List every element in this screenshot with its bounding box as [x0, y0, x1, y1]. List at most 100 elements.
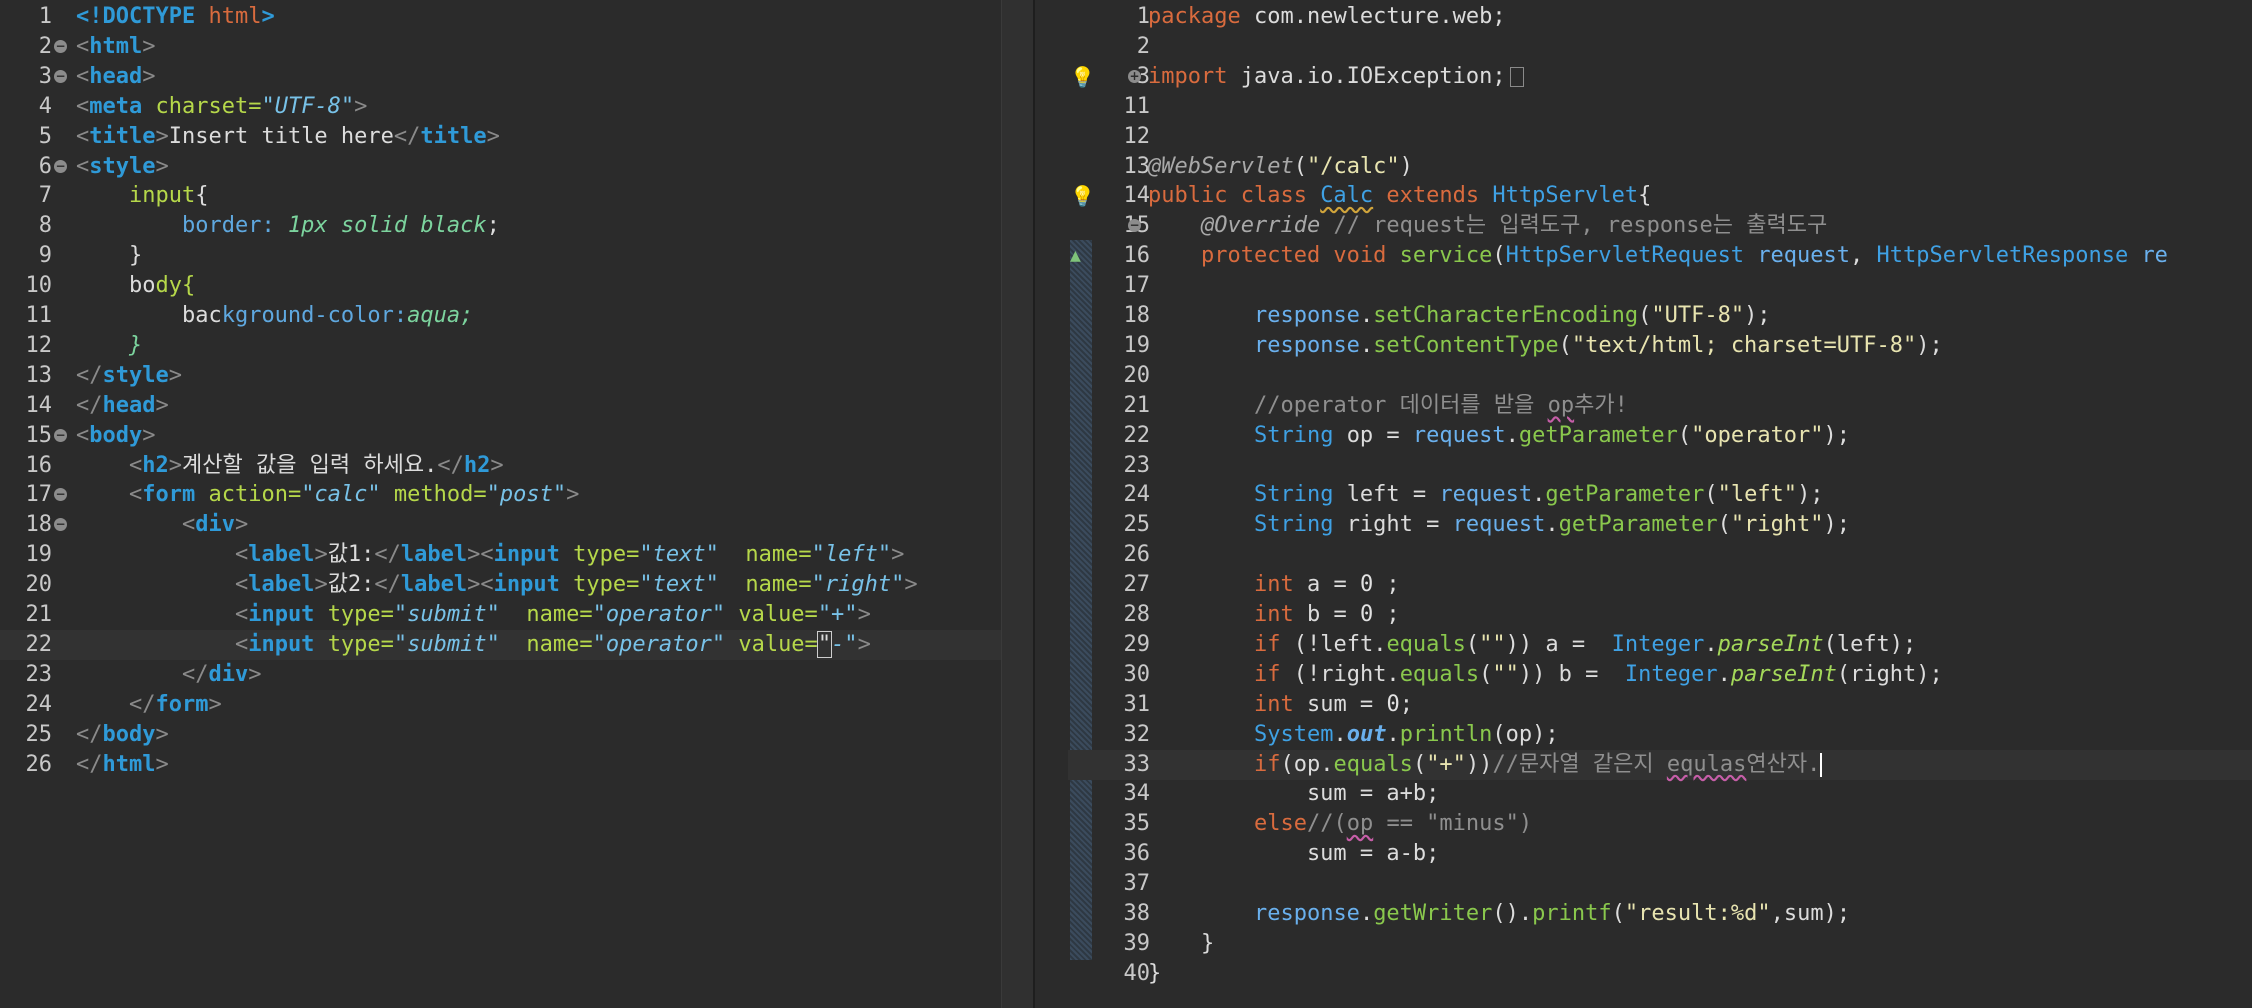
code-line[interactable]: 23: [1068, 451, 2252, 481]
code-line[interactable]: 22 String op = request.getParameter("ope…: [1068, 421, 2252, 451]
code-line[interactable]: 17− <form action="calc" method="post">: [0, 480, 1001, 510]
code-line[interactable]: 3− <head>: [0, 62, 1001, 92]
code-text[interactable]: <label>값1:</label><input type="text" nam…: [76, 540, 904, 570]
code-text[interactable]: </body>: [76, 720, 169, 750]
code-text[interactable]: <html>: [76, 32, 155, 62]
editor-split-divider[interactable]: [1033, 0, 1070, 1008]
code-line[interactable]: 23 </div>: [0, 660, 1001, 690]
code-text[interactable]: input{: [76, 181, 208, 211]
code-text[interactable]: background-color:aqua;: [76, 301, 473, 331]
code-line[interactable]: 38 response.getWriter().printf("result:%…: [1068, 899, 2252, 929]
code-text[interactable]: package com.newlecture.web;: [1148, 2, 1506, 32]
code-line[interactable]: 32 System.out.println(op);: [1068, 720, 2252, 750]
code-line[interactable]: 15− <body>: [0, 421, 1001, 451]
code-line[interactable]: 26 </html>: [0, 750, 1001, 780]
code-line[interactable]: 33 if(op.equals("+"))//문자열 같은지 equlas연산자…: [1068, 749, 2252, 780]
override-indicator-icon[interactable]: ▲: [1070, 244, 1081, 268]
code-line[interactable]: 13 @WebServlet("/calc"): [1068, 152, 2252, 182]
code-line[interactable]: 26: [1068, 540, 2252, 570]
code-text[interactable]: protected void service(HttpServletReques…: [1148, 241, 2168, 271]
code-text[interactable]: </html>: [76, 750, 169, 780]
collapse-fold-icon[interactable]: −: [54, 428, 67, 442]
code-line[interactable]: 11 background-color:aqua;: [0, 301, 1001, 331]
code-text[interactable]: int sum = 0;: [1148, 690, 1413, 720]
code-text[interactable]: String op = request.getParameter("operat…: [1148, 421, 1850, 451]
code-text[interactable]: <div>: [76, 510, 248, 540]
code-line[interactable]: 35 else//(op == "minus"): [1068, 809, 2252, 839]
code-text[interactable]: response.setContentType("text/html; char…: [1148, 331, 1943, 361]
collapse-fold-icon[interactable]: −: [54, 69, 67, 83]
code-text[interactable]: body{: [76, 271, 195, 301]
code-text[interactable]: <h2>계산할 값을 입력 하세요.</h2>: [76, 451, 504, 481]
code-text[interactable]: @Override // request는 입력도구, response는 출력…: [1148, 211, 1827, 241]
code-line[interactable]: 7 input{: [0, 181, 1001, 211]
code-line[interactable]: 24 </form>: [0, 690, 1001, 720]
code-line[interactable]: 20: [1068, 361, 2252, 391]
code-line[interactable]: 19 response.setContentType("text/html; c…: [1068, 331, 2252, 361]
editor-overview-ruler[interactable]: [1001, 0, 1034, 1008]
code-text[interactable]: <form action="calc" method="post">: [76, 480, 579, 510]
code-text[interactable]: @WebServlet("/calc"): [1148, 152, 1413, 182]
code-line[interactable]: 20 <label>값2:</label><input type="text" …: [0, 570, 1001, 600]
code-line[interactable]: 11: [1068, 92, 2252, 122]
code-text[interactable]: String right = request.getParameter("rig…: [1148, 510, 1850, 540]
code-text[interactable]: sum = a-b;: [1148, 839, 1439, 869]
code-text[interactable]: <label>값2:</label><input type="text" nam…: [76, 570, 918, 600]
code-text[interactable]: </form>: [76, 690, 222, 720]
code-line[interactable]: 14 💡 public class Calc extends HttpServlet…: [1068, 181, 2252, 211]
code-line[interactable]: 21 <input type="submit" name="operator" …: [0, 600, 1001, 630]
collapsed-region-box[interactable]: [1509, 66, 1524, 87]
collapse-fold-icon[interactable]: −: [54, 488, 67, 502]
code-text[interactable]: </div>: [76, 660, 262, 690]
code-line[interactable]: 40}: [1068, 959, 2252, 989]
code-text[interactable]: <head>: [76, 62, 155, 92]
code-line[interactable]: 1 package com.newlecture.web;: [1068, 2, 2252, 32]
code-line[interactable]: 36 sum = a-b;: [1068, 839, 2252, 869]
code-line[interactable]: 18 response.setCharacterEncoding("UTF-8"…: [1068, 301, 2252, 331]
code-line[interactable]: 12 }: [0, 331, 1001, 361]
quick-fix-bulb-icon[interactable]: 💡: [1070, 184, 1095, 208]
code-text[interactable]: System.out.println(op);: [1148, 720, 1559, 750]
code-line[interactable]: 19 <label>값1:</label><input type="text" …: [0, 540, 1001, 570]
code-line[interactable]: 37: [1068, 869, 2252, 899]
code-line[interactable]: 12: [1068, 122, 2252, 152]
code-text[interactable]: if(op.equals("+"))//문자열 같은지 equlas연산자.: [1148, 750, 1823, 780]
code-line[interactable]: 34 sum = a+b;: [1068, 779, 2252, 809]
code-line[interactable]: 29 if (!left.equals("")) a = Integer.par…: [1068, 630, 2252, 660]
code-line[interactable]: 2− <html>: [0, 32, 1001, 62]
code-line[interactable]: 28 int b = 0 ;: [1068, 600, 2252, 630]
code-line[interactable]: 24 String left = request.getParameter("l…: [1068, 480, 2252, 510]
code-line[interactable]: 17: [1068, 271, 2252, 301]
code-text[interactable]: }: [76, 241, 142, 271]
collapse-fold-icon[interactable]: −: [54, 159, 67, 173]
code-line[interactable]: 2: [1068, 32, 2252, 62]
code-line[interactable]: 14 </head>: [0, 391, 1001, 421]
code-line[interactable]: 4 <meta charset="UTF-8">: [0, 92, 1001, 122]
code-line[interactable]: 22 <input type="submit" name="operator" …: [0, 629, 1001, 660]
java-editor-pane[interactable]: 1 package com.newlecture.web; 2 3 + 💡 import j…: [1068, 0, 2252, 1008]
code-text[interactable]: }: [1148, 959, 1161, 989]
code-text[interactable]: response.setCharacterEncoding("UTF-8");: [1148, 301, 1771, 331]
code-text[interactable]: if (!right.equals("")) b = Integer.parse…: [1148, 660, 1943, 690]
code-line[interactable]: 5 <title>Insert title here</title>: [0, 122, 1001, 152]
code-line[interactable]: 31 int sum = 0;: [1068, 690, 2252, 720]
code-text[interactable]: border: 1px solid black;: [76, 211, 500, 241]
code-line[interactable]: 8 border: 1px solid black;: [0, 211, 1001, 241]
code-text[interactable]: if (!left.equals("")) a = Integer.parseI…: [1148, 630, 1916, 660]
code-line[interactable]: 9 }: [0, 241, 1001, 271]
code-line[interactable]: 25 </body>: [0, 720, 1001, 750]
expand-fold-icon[interactable]: +: [1128, 69, 1141, 83]
quick-fix-bulb-icon[interactable]: 💡: [1070, 65, 1095, 89]
collapse-fold-icon[interactable]: −: [54, 518, 67, 532]
code-text[interactable]: sum = a+b;: [1148, 779, 1439, 809]
code-line[interactable]: 15− @Override // request는 입력도구, response…: [1068, 211, 2252, 241]
code-text[interactable]: int a = 0 ;: [1148, 570, 1400, 600]
code-line[interactable]: 25 String right = request.getParameter("…: [1068, 510, 2252, 540]
code-text[interactable]: response.getWriter().printf("result:%d",…: [1148, 899, 1850, 929]
code-line[interactable]: 27 int a = 0 ;: [1068, 570, 2252, 600]
collapse-fold-icon[interactable]: −: [54, 39, 67, 53]
code-line[interactable]: 16 <h2>계산할 값을 입력 하세요.</h2>: [0, 451, 1001, 481]
code-text[interactable]: <style>: [76, 152, 169, 182]
collapse-fold-icon[interactable]: −: [1128, 219, 1141, 233]
code-line[interactable]: 13 </style>: [0, 361, 1001, 391]
